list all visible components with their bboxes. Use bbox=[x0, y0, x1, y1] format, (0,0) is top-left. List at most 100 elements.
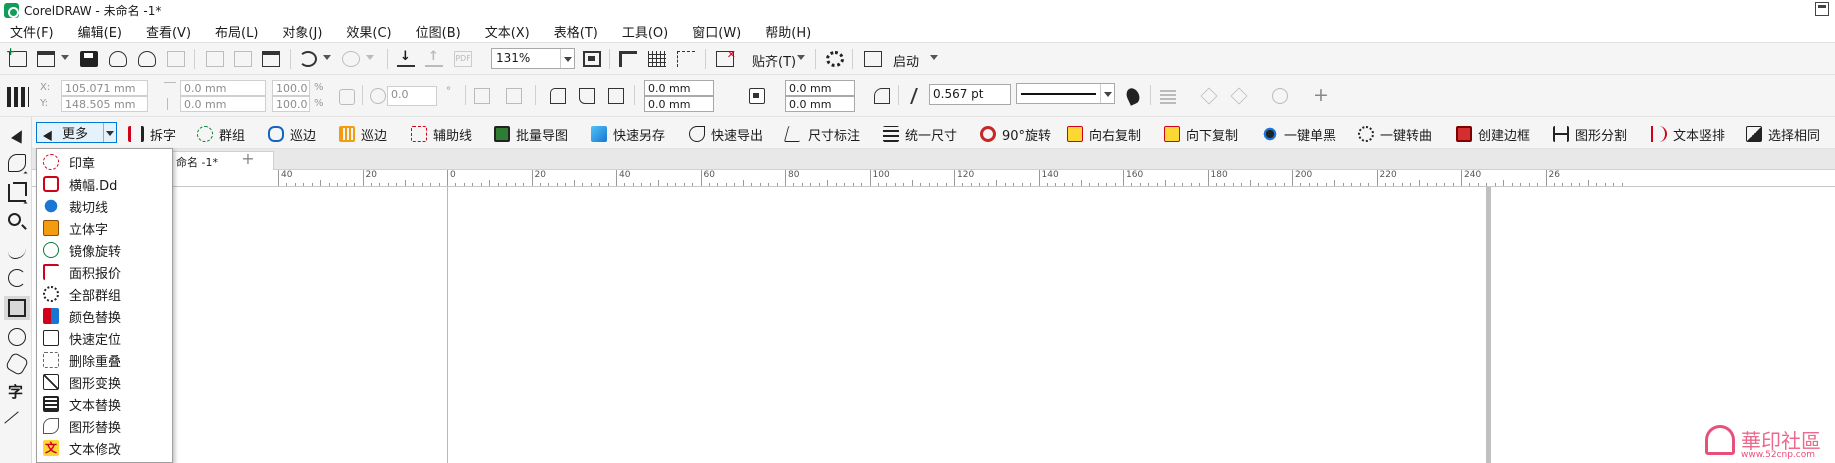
menu-item-banner[interactable]: 横幅.Dd bbox=[38, 173, 172, 195]
plugin-guidelines[interactable]: 辅助线 bbox=[411, 124, 472, 144]
options-gear-icon[interactable] bbox=[826, 51, 844, 67]
document-tab[interactable]: 命名 -1* bbox=[169, 151, 274, 170]
line-style-combobox[interactable] bbox=[1016, 83, 1115, 104]
zoom-tool-icon[interactable] bbox=[8, 213, 21, 226]
undo-icon[interactable] bbox=[299, 51, 317, 67]
menu-tools[interactable]: 工具(O) bbox=[622, 22, 668, 41]
menu-item-text-replace[interactable]: 文本替换 bbox=[38, 393, 172, 415]
scale-width-field[interactable]: 100.0 bbox=[272, 80, 310, 96]
menu-help[interactable]: 帮助(H) bbox=[765, 22, 811, 41]
plugin-create-border[interactable]: 创建边框 bbox=[1456, 124, 1530, 144]
relative-corner-scaling-icon[interactable] bbox=[874, 88, 890, 104]
drawing-canvas[interactable] bbox=[42, 187, 1835, 463]
text-tool-icon[interactable]: 字 bbox=[8, 383, 26, 401]
show-grid-icon[interactable] bbox=[648, 51, 666, 67]
chevron-down-icon[interactable] bbox=[1100, 84, 1114, 103]
menu-file[interactable]: 文件(F) bbox=[10, 22, 54, 41]
menu-window[interactable]: 窗口(W) bbox=[692, 22, 741, 41]
show-rulers-icon[interactable] bbox=[619, 51, 637, 67]
menu-edit[interactable]: 编辑(E) bbox=[78, 22, 122, 41]
freehand-tool-icon[interactable] bbox=[8, 241, 26, 259]
new-document-icon[interactable] bbox=[6, 45, 27, 67]
menu-item-color-replace[interactable]: 颜色替换 bbox=[38, 305, 172, 327]
menu-item-shape-transform[interactable]: 图形变换 bbox=[38, 371, 172, 393]
open-folder-icon[interactable] bbox=[37, 51, 55, 67]
menu-item-3d-text[interactable]: 立体字 bbox=[38, 217, 172, 239]
plugin-copy-right[interactable]: 向右复制 bbox=[1067, 124, 1141, 144]
menu-text[interactable]: 文本(X) bbox=[485, 22, 530, 41]
plugin-unify-size[interactable]: 统一尺寸 bbox=[883, 124, 957, 144]
chamfered-corner-icon[interactable] bbox=[608, 88, 624, 104]
menu-effects[interactable]: 效果(C) bbox=[346, 22, 391, 41]
paste-icon[interactable] bbox=[262, 51, 280, 67]
shape-tool-icon[interactable] bbox=[8, 154, 26, 172]
scale-height-field[interactable]: 100.0 bbox=[272, 96, 310, 112]
add-document-icon[interactable]: + bbox=[240, 151, 256, 168]
cloud-share-icon[interactable] bbox=[138, 51, 156, 67]
x-position-field[interactable]: 105.071 mm bbox=[61, 80, 148, 96]
zoom-level-combobox[interactable]: 131% bbox=[491, 48, 575, 69]
plugin-batch-export[interactable]: 批量导图 bbox=[494, 124, 568, 144]
rotation-angle-field[interactable]: 0.0 bbox=[387, 86, 437, 106]
corner-radius-top-right-field[interactable]: 0.0 mm bbox=[785, 80, 855, 96]
snap-off-icon[interactable] bbox=[716, 48, 736, 67]
polygon-tool-icon[interactable] bbox=[4, 351, 30, 377]
plugin-group[interactable]: 群组 bbox=[197, 124, 245, 144]
chevron-down-icon[interactable] bbox=[103, 123, 116, 142]
menu-item-area-quote[interactable]: 面积报价 bbox=[38, 261, 172, 283]
round-corner-icon[interactable] bbox=[550, 88, 566, 104]
plugin-vertical-text[interactable]: 文本竖排 bbox=[1651, 124, 1725, 144]
width-field[interactable]: 0.0 mm bbox=[180, 80, 266, 96]
cloud-upload-icon[interactable] bbox=[109, 51, 127, 67]
y-position-field[interactable]: 148.505 mm bbox=[61, 96, 148, 112]
show-guidelines-icon[interactable] bbox=[677, 51, 695, 67]
scalloped-corner-icon[interactable] bbox=[579, 88, 595, 104]
menu-bitmaps[interactable]: 位图(B) bbox=[416, 22, 461, 41]
outline-width-combobox[interactable]: 0.567 pt bbox=[929, 84, 1011, 105]
launch-dropdown-icon[interactable] bbox=[930, 55, 938, 60]
more-dropdown-button[interactable]: 更多 bbox=[36, 122, 117, 143]
height-field[interactable]: 0.0 mm bbox=[180, 96, 266, 112]
snap-to-button[interactable]: 贴齐(T) bbox=[752, 51, 796, 70]
plugin-select-same[interactable]: 选择相同 bbox=[1746, 124, 1820, 144]
open-recent-dropdown-icon[interactable] bbox=[61, 55, 69, 60]
menu-item-group-all[interactable]: 全部群组 bbox=[38, 283, 172, 305]
window-restore-icon[interactable] bbox=[1815, 2, 1829, 16]
chevron-down-icon[interactable] bbox=[560, 49, 574, 68]
plugin-edge-trace[interactable]: 巡边 bbox=[268, 124, 316, 144]
corner-radius-bottom-left-field[interactable]: 0.0 mm bbox=[644, 96, 714, 112]
full-screen-preview-icon[interactable] bbox=[583, 51, 601, 67]
corner-radius-bottom-right-field[interactable]: 0.0 mm bbox=[785, 96, 855, 112]
save-icon[interactable] bbox=[80, 51, 98, 67]
plugin-dimension[interactable]: 尺寸标注 bbox=[783, 124, 860, 144]
lock-corners-icon[interactable] bbox=[749, 88, 765, 104]
menu-item-stamp[interactable]: 印章 bbox=[38, 151, 172, 173]
plugin-split-text[interactable]: 拆字 bbox=[128, 124, 176, 144]
object-picker-icon[interactable] bbox=[7, 87, 29, 107]
crop-tool-icon[interactable] bbox=[8, 182, 27, 202]
plugin-one-click-black[interactable]: 一键单黑 bbox=[1262, 124, 1336, 144]
menu-view[interactable]: 查看(V) bbox=[146, 22, 191, 41]
import-icon[interactable] bbox=[397, 49, 415, 67]
plugin-quick-export[interactable]: 快速导出 bbox=[689, 124, 763, 144]
plugin-copy-down[interactable]: 向下复制 bbox=[1164, 124, 1238, 144]
menu-item-quick-locate[interactable]: 快速定位 bbox=[38, 327, 172, 349]
menu-table[interactable]: 表格(T) bbox=[554, 22, 598, 41]
plugin-rotate-90[interactable]: 90°旋转 bbox=[980, 124, 1051, 144]
menu-item-shape-replace[interactable]: 图形替换 bbox=[38, 415, 172, 437]
convert-outline-icon[interactable] bbox=[1124, 86, 1142, 106]
rectangle-tool-icon[interactable] bbox=[8, 299, 26, 317]
plugin-split-shape[interactable]: 图形分割 bbox=[1553, 124, 1627, 144]
pick-tool-icon[interactable] bbox=[8, 125, 26, 143]
menu-layout[interactable]: 布局(L) bbox=[215, 22, 258, 41]
launch-button[interactable]: 启动 bbox=[893, 51, 919, 70]
menu-item-mirror-rotate[interactable]: 镜像旋转 bbox=[38, 239, 172, 261]
plugin-convert-curves[interactable]: 一键转曲 bbox=[1358, 124, 1432, 144]
artistic-media-tool-icon[interactable] bbox=[8, 269, 26, 287]
ellipse-tool-icon[interactable] bbox=[8, 328, 26, 346]
menu-item-crop-marks[interactable]: 裁切线 bbox=[38, 195, 172, 217]
plugin-quick-save-as[interactable]: 快速另存 bbox=[591, 124, 665, 144]
menu-object[interactable]: 对象(J) bbox=[282, 22, 322, 41]
horizontal-ruler[interactable]: 40 20 0 20 40 60 80 100 120 140 160 180 200 220 240 26 bbox=[32, 170, 1835, 187]
snap-dropdown-icon[interactable] bbox=[797, 55, 805, 60]
